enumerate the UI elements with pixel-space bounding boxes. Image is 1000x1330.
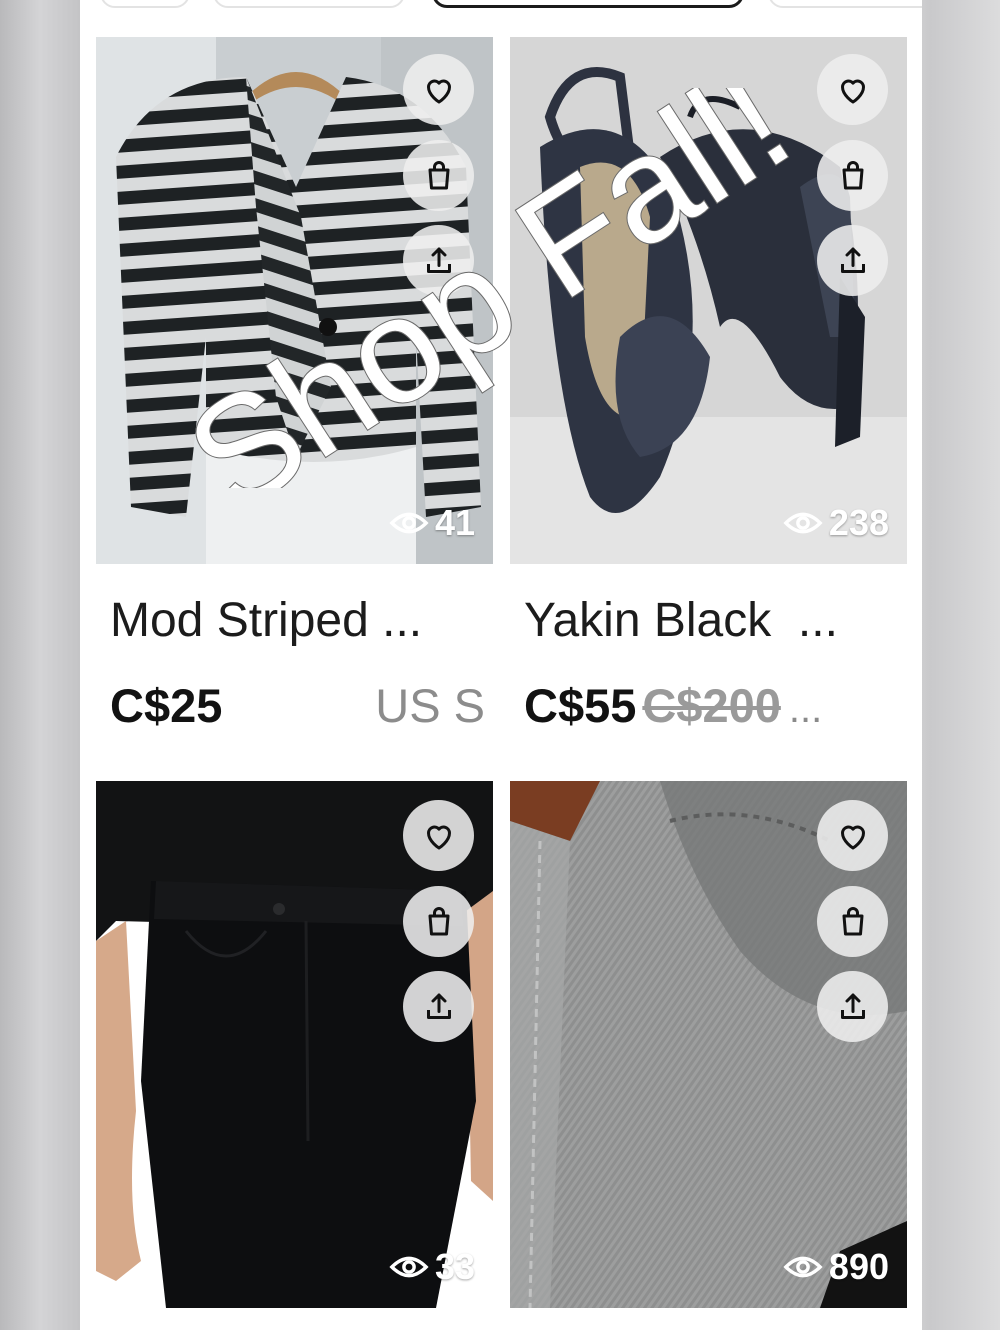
listing-size-truncated: ...	[788, 687, 823, 731]
filter-chips	[80, 0, 922, 8]
share-button[interactable]	[403, 225, 474, 296]
add-to-bundle-button[interactable]	[403, 886, 474, 957]
share-icon	[426, 993, 451, 1019]
listing-card[interactable]: 41 Mod Striped ... C$25 US S	[96, 37, 493, 757]
eye-icon	[389, 1256, 429, 1278]
add-to-bundle-button[interactable]	[817, 886, 888, 957]
share-icon	[840, 993, 865, 1019]
view-count-value: 41	[434, 502, 475, 543]
listing-card[interactable]: 238 Yakin Black ... C$55 C$200...	[510, 37, 907, 757]
listing-size: US S	[375, 679, 485, 732]
share-button[interactable]	[817, 971, 888, 1042]
eye-icon	[389, 512, 429, 534]
view-count: 238	[783, 502, 889, 544]
listing-photo[interactable]: 33	[96, 781, 493, 1308]
like-button[interactable]	[403, 800, 474, 871]
shopping-bag-icon	[842, 906, 863, 935]
listing-title[interactable]: Yakin Black ...	[524, 593, 884, 648]
listing-photo[interactable]: 41	[96, 37, 493, 564]
heart-icon	[426, 825, 451, 849]
view-count-value: 238	[828, 502, 889, 543]
listing-title[interactable]: Mod Striped ...	[110, 593, 470, 648]
view-count: 41	[389, 502, 475, 544]
shopping-bag-icon	[842, 160, 863, 189]
view-count-value: 890	[828, 1246, 889, 1287]
heart-icon	[840, 79, 865, 103]
filter-chip-active[interactable]	[432, 0, 744, 8]
price-row: C$25 US S	[110, 678, 485, 733]
heart-icon	[426, 79, 451, 103]
view-count-value: 33	[434, 1246, 475, 1287]
heart-icon	[840, 825, 865, 849]
eye-icon	[783, 1256, 823, 1278]
filter-chip[interactable]	[768, 0, 922, 8]
shopping-bag-icon	[428, 160, 449, 189]
listing-price: C$25	[110, 679, 223, 732]
share-button[interactable]	[817, 225, 888, 296]
listing-feed: 41 Mod Striped ... C$25 US S 238 Yakin B…	[80, 0, 922, 1330]
like-button[interactable]	[817, 800, 888, 871]
listing-card[interactable]: 890	[510, 781, 907, 1330]
like-button[interactable]	[817, 54, 888, 125]
add-to-bundle-button[interactable]	[403, 140, 474, 211]
filter-chip[interactable]	[213, 0, 405, 8]
listing-photo[interactable]: 890	[510, 781, 907, 1308]
view-count: 890	[783, 1246, 889, 1288]
eye-icon	[783, 512, 823, 534]
listing-card[interactable]: 33	[96, 781, 493, 1330]
price-row: C$55 C$200...	[524, 678, 899, 733]
listing-photo[interactable]: 238	[510, 37, 907, 564]
share-button[interactable]	[403, 971, 474, 1042]
listing-original-price: C$200	[642, 679, 781, 732]
share-icon	[840, 247, 865, 273]
view-count: 33	[389, 1246, 475, 1288]
shopping-bag-icon	[428, 906, 449, 935]
add-to-bundle-button[interactable]	[817, 140, 888, 211]
filter-chip[interactable]	[100, 0, 190, 8]
share-icon	[426, 247, 451, 273]
listing-price: C$55	[524, 679, 637, 732]
like-button[interactable]	[403, 54, 474, 125]
